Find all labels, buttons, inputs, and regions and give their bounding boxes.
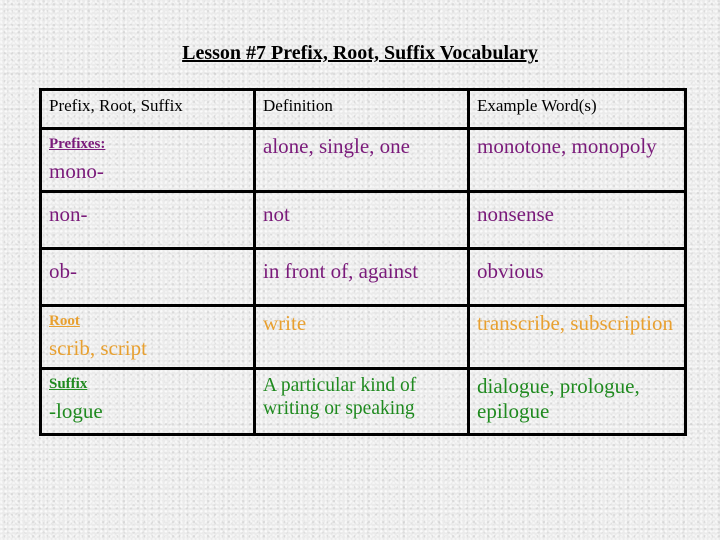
table-row: ob- in front of, against obvious — [39, 247, 687, 307]
examples-cell: transcribe, subscription — [467, 304, 687, 370]
definition-cell: not — [253, 190, 470, 250]
examples-cell: monotone, monopoly — [467, 127, 687, 193]
section-label-suffix: Suffix — [49, 376, 88, 392]
table-header-row: Prefix, Root, Suffix Definition Example … — [39, 88, 687, 130]
table-row: Prefixes: mono- alone, single, one monot… — [39, 127, 687, 193]
term-cell: Suffix -logue — [39, 367, 256, 436]
term-cell: ob- — [39, 247, 256, 307]
term: mono- — [49, 159, 104, 183]
table-row: Root scrib, script write transcribe, sub… — [39, 304, 687, 370]
section-label-prefixes: Prefixes: — [49, 136, 106, 152]
examples-cell: nonsense — [467, 190, 687, 250]
page-title: Lesson #7 Prefix, Root, Suffix Vocabular… — [182, 42, 538, 64]
definition-cell: alone, single, one — [253, 127, 470, 193]
definition-cell: write — [253, 304, 470, 370]
vocabulary-table: Prefix, Root, Suffix Definition Example … — [39, 88, 687, 436]
definition-cell: A particular kind of writing or speaking — [253, 367, 470, 436]
section-label-root: Root — [49, 313, 80, 329]
header-cell-examples: Example Word(s) — [467, 88, 687, 130]
header-cell-definition: Definition — [253, 88, 470, 130]
definition-cell: in front of, against — [253, 247, 470, 307]
examples-cell: obvious — [467, 247, 687, 307]
header-cell-term: Prefix, Root, Suffix — [39, 88, 256, 130]
term: scrib, script — [49, 336, 147, 360]
term-cell: non- — [39, 190, 256, 250]
term-cell: Prefixes: mono- — [39, 127, 256, 193]
table-row: non- not nonsense — [39, 190, 687, 250]
term: -logue — [49, 399, 103, 423]
term-cell: Root scrib, script — [39, 304, 256, 370]
table-row: Suffix -logue A particular kind of writi… — [39, 367, 687, 436]
examples-cell: dialogue, prologue, epilogue — [467, 367, 687, 436]
